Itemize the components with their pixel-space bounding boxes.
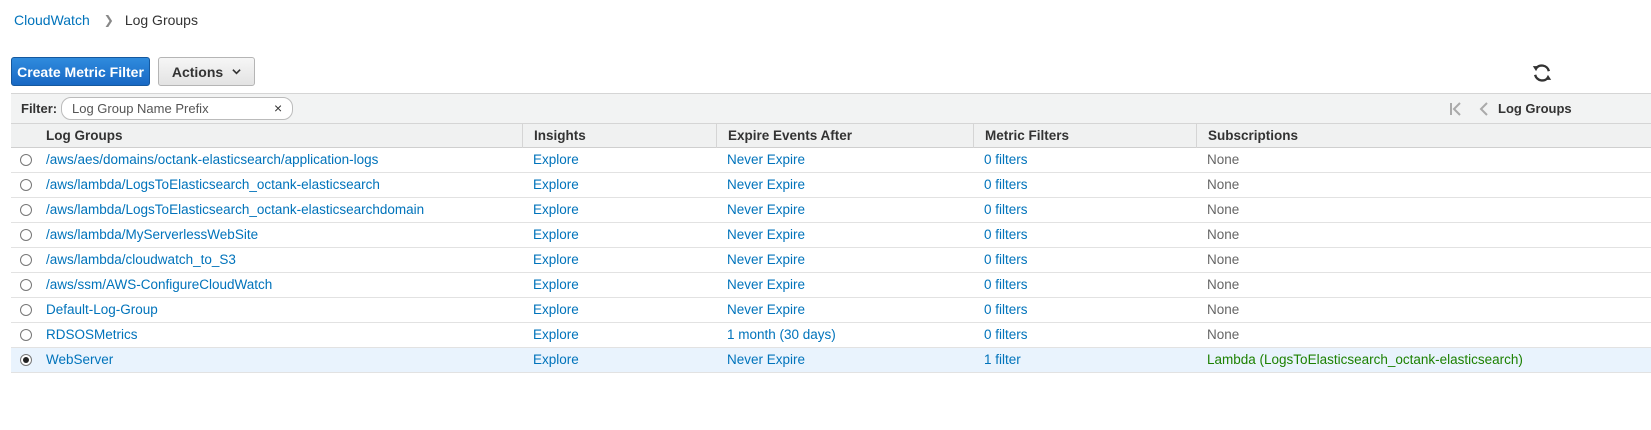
explore-insights-link[interactable]: Explore <box>522 298 716 322</box>
metric-filters-link[interactable]: 0 filters <box>973 298 1196 322</box>
table-body: /aws/aes/domains/octank-elasticsearch/ap… <box>11 148 1651 373</box>
row-select-radio[interactable] <box>20 254 32 266</box>
actions-label: Actions <box>171 63 224 80</box>
chevron-down-icon <box>232 69 241 75</box>
table-header: Log Groups Insights Expire Events After … <box>11 124 1651 148</box>
breadcrumb-cloudwatch-link[interactable]: CloudWatch <box>14 12 90 28</box>
expire-events-link[interactable]: Never Expire <box>716 298 973 322</box>
table-row[interactable]: WebServer Explore Never Expire 1 filter Lamb… <box>11 348 1651 373</box>
breadcrumb: CloudWatch ❯ Log Groups <box>14 11 198 29</box>
metric-filters-link[interactable]: 0 filters <box>973 148 1196 172</box>
log-group-name-link[interactable]: /aws/lambda/cloudwatch_to_S3 <box>35 248 522 272</box>
expire-events-link[interactable]: Never Expire <box>716 248 973 272</box>
subscription-value: None <box>1207 227 1240 242</box>
log-group-name-link[interactable]: RDSOSMetrics <box>35 323 522 347</box>
expire-events-link[interactable]: Never Expire <box>716 273 973 297</box>
row-select-radio[interactable] <box>20 304 32 316</box>
expire-events-link[interactable]: Never Expire <box>716 173 973 197</box>
log-group-name-link[interactable]: /aws/lambda/MyServerlessWebSite <box>35 223 522 247</box>
row-select-radio[interactable] <box>20 154 32 166</box>
table-row[interactable]: /aws/lambda/LogsToElasticsearch_octank-e… <box>11 173 1651 198</box>
explore-insights-link[interactable]: Explore <box>522 148 716 172</box>
subscription-value: None <box>1207 277 1240 292</box>
subscription-value: None <box>1207 302 1240 317</box>
filter-label: Filter: <box>21 101 58 116</box>
metric-filters-link[interactable]: 0 filters <box>973 248 1196 272</box>
subscription-value: None <box>1207 252 1240 267</box>
table-row[interactable]: /aws/lambda/MyServerlessWebSite Explore Ne… <box>11 223 1651 248</box>
table-row[interactable]: Default-Log-Group Explore Never Expire 0 fi… <box>11 298 1651 323</box>
explore-insights-link[interactable]: Explore <box>522 223 716 247</box>
row-select-radio[interactable] <box>20 354 32 366</box>
row-select-radio[interactable] <box>20 329 32 341</box>
explore-insights-link[interactable]: Explore <box>522 248 716 272</box>
expire-events-link[interactable]: Never Expire <box>716 198 973 222</box>
breadcrumb-current: Log Groups <box>124 12 198 28</box>
explore-insights-link[interactable]: Explore <box>522 348 716 372</box>
row-select-radio[interactable] <box>20 179 32 191</box>
metric-filters-link[interactable]: 0 filters <box>973 223 1196 247</box>
table-row[interactable]: /aws/aes/domains/octank-elasticsearch/ap… <box>11 148 1651 173</box>
subscription-value[interactable]: Lambda (LogsToElasticsearch_octank-elast… <box>1196 348 1651 372</box>
table-row[interactable]: /aws/ssm/AWS-ConfigureCloudWatch Explore N… <box>11 273 1651 298</box>
subscription-value: None <box>1207 177 1240 192</box>
expire-events-link[interactable]: Never Expire <box>716 223 973 247</box>
metric-filters-link[interactable]: 0 filters <box>973 273 1196 297</box>
refresh-icon[interactable] <box>1531 62 1553 84</box>
column-header-log-groups[interactable]: Log Groups <box>35 124 522 148</box>
filter-bar: Filter: × Log Groups <box>11 93 1651 124</box>
column-header-subscriptions[interactable]: Subscriptions <box>1196 124 1651 148</box>
expire-events-link[interactable]: Never Expire <box>716 348 973 372</box>
row-select-radio[interactable] <box>20 204 32 216</box>
log-group-name-link[interactable]: Default-Log-Group <box>35 298 522 322</box>
create-metric-filter-button[interactable]: Create Metric Filter <box>11 57 150 86</box>
column-header-insights[interactable]: Insights <box>522 124 716 148</box>
first-page-icon[interactable] <box>1449 102 1463 116</box>
log-group-name-link[interactable]: /aws/lambda/LogsToElasticsearch_octank-e… <box>35 173 522 197</box>
explore-insights-link[interactable]: Explore <box>522 173 716 197</box>
row-select-radio[interactable] <box>20 229 32 241</box>
log-group-prefix-input[interactable] <box>61 97 293 120</box>
actions-dropdown-button[interactable]: Actions <box>158 57 255 86</box>
chevron-right-icon: ❯ <box>103 13 114 27</box>
column-header-metric-filters[interactable]: Metric Filters <box>973 124 1196 148</box>
subscription-value: None <box>1207 152 1240 167</box>
metric-filters-link[interactable]: 1 filter <box>973 348 1196 372</box>
expire-events-link[interactable]: 1 month (30 days) <box>716 323 973 347</box>
table-row[interactable]: RDSOSMetrics Explore 1 month (30 days) 0 fi… <box>11 323 1651 348</box>
close-icon[interactable]: × <box>274 100 282 116</box>
column-header-expire-events-after[interactable]: Expire Events After <box>716 124 973 148</box>
expire-events-link[interactable]: Never Expire <box>716 148 973 172</box>
table-row[interactable]: /aws/lambda/LogsToElasticsearch_octank-e… <box>11 198 1651 223</box>
log-group-name-link[interactable]: /aws/aes/domains/octank-elasticsearch/ap… <box>35 148 522 172</box>
explore-insights-link[interactable]: Explore <box>522 198 716 222</box>
table-row[interactable]: /aws/lambda/cloudwatch_to_S3 Explore Never… <box>11 248 1651 273</box>
log-group-name-link[interactable]: /aws/lambda/LogsToElasticsearch_octank-e… <box>35 198 522 222</box>
log-groups-table: Log Groups Insights Expire Events After … <box>11 124 1651 373</box>
explore-insights-link[interactable]: Explore <box>522 273 716 297</box>
metric-filters-link[interactable]: 0 filters <box>973 173 1196 197</box>
log-group-name-link[interactable]: /aws/ssm/AWS-ConfigureCloudWatch <box>35 273 522 297</box>
explore-insights-link[interactable]: Explore <box>522 323 716 347</box>
metric-filters-link[interactable]: 0 filters <box>973 198 1196 222</box>
subscription-value: None <box>1207 202 1240 217</box>
pager-label: Log Groups <box>1498 101 1572 116</box>
log-group-name-link[interactable]: WebServer <box>35 348 522 372</box>
subscription-value: None <box>1207 327 1240 342</box>
row-select-radio[interactable] <box>20 279 32 291</box>
metric-filters-link[interactable]: 0 filters <box>973 323 1196 347</box>
previous-page-icon[interactable] <box>1478 102 1490 116</box>
